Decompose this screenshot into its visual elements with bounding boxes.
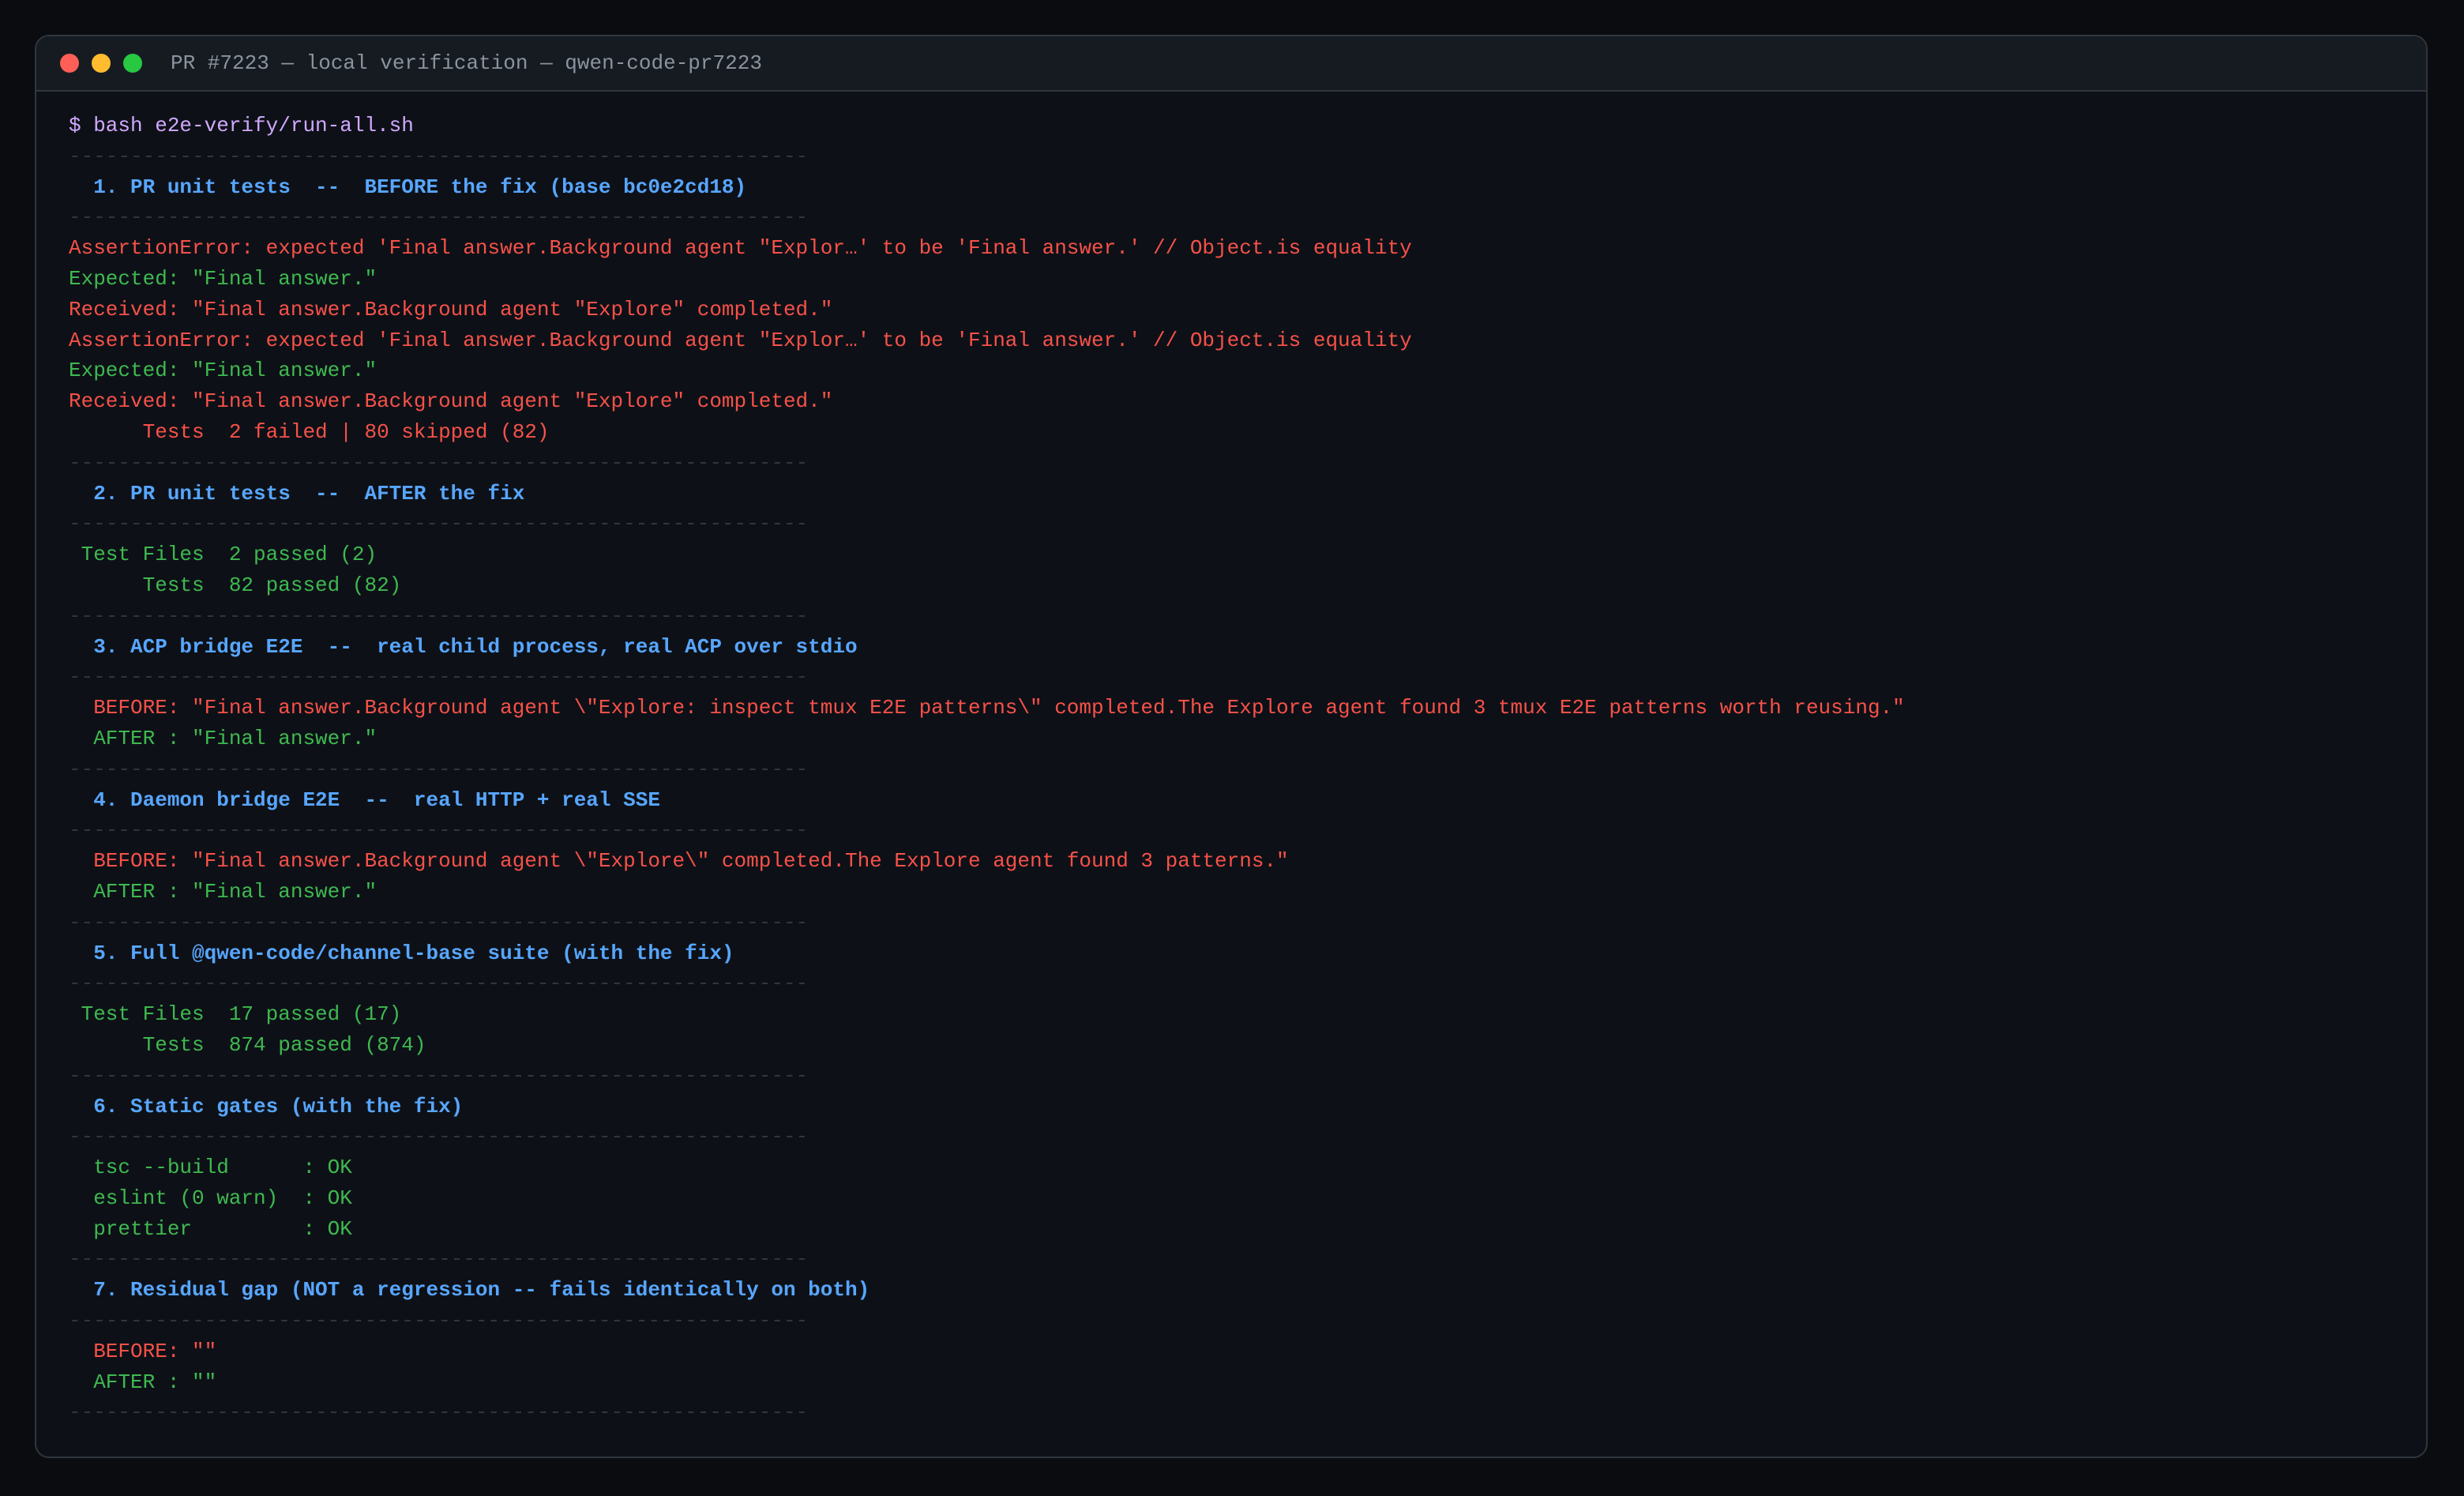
fail-output-line: Received: "Final answer.Background agent… [69, 297, 833, 321]
section-header: 6. Static gates (with the fix) [69, 1094, 464, 1118]
pass-output-line: AFTER : "Final answer." [69, 726, 377, 750]
pass-output-line: AFTER : "Final answer." [69, 879, 377, 904]
separator-line: ----------------------------------------… [69, 1247, 809, 1272]
section-header: 3. ACP bridge E2E -- real child process,… [69, 634, 858, 659]
pass-output-line: Test Files 2 passed (2) [69, 543, 377, 567]
section-header: 1. PR unit tests -- BEFORE the fix (base… [69, 175, 747, 199]
pass-output-line: prettier : OK [69, 1216, 352, 1241]
separator-line: ----------------------------------------… [69, 757, 809, 781]
minimize-window-button[interactable] [92, 54, 111, 73]
command-line: $ bash e2e-verify/run-all.sh [69, 114, 414, 137]
fail-output-line: BEFORE: "" [69, 1339, 217, 1363]
separator-line: ----------------------------------------… [69, 1125, 809, 1149]
pass-output-line: Test Files 17 passed (17) [69, 1002, 402, 1027]
terminal-window: PR #7223 — local verification — qwen-cod… [35, 35, 2428, 1458]
separator-line: ----------------------------------------… [69, 972, 809, 996]
pass-output-line: AFTER : "" [69, 1370, 217, 1394]
fail-output-line: BEFORE: "Final answer.Background agent \… [69, 696, 1905, 720]
separator-line: ----------------------------------------… [69, 1309, 809, 1333]
fail-output-line: Received: "Final answer.Background agent… [69, 389, 833, 414]
fail-output-line: AssertionError: expected 'Final answer.B… [69, 236, 1412, 261]
pass-output-line: Tests 82 passed (82) [69, 573, 402, 597]
separator-line: ----------------------------------------… [69, 665, 809, 690]
separator-line: ----------------------------------------… [69, 144, 809, 168]
section-header: 2. PR unit tests -- AFTER the fix [69, 481, 525, 506]
separator-line: ----------------------------------------… [69, 603, 809, 628]
separator-line: ----------------------------------------… [69, 910, 809, 934]
fail-output-line: BEFORE: "Final answer.Background agent \… [69, 849, 1289, 874]
terminal-output[interactable]: $ bash e2e-verify/run-all.sh ------------… [36, 92, 2426, 1428]
pass-output-line: Expected: "Final answer." [69, 359, 377, 383]
pass-output-line: tsc --build : OK [69, 1156, 352, 1180]
pass-output-line: Tests 874 passed (874) [69, 1032, 426, 1057]
section-header: 5. Full @qwen-code/channel-base suite (w… [69, 941, 734, 965]
section-header: 7. Residual gap (NOT a regression -- fai… [69, 1278, 870, 1302]
separator-line: ----------------------------------------… [69, 1063, 809, 1088]
separator-line: ----------------------------------------… [69, 450, 809, 475]
window-title: PR #7223 — local verification — qwen-cod… [171, 51, 762, 75]
pass-output-line: eslint (0 warn) : OK [69, 1186, 352, 1210]
separator-line: ----------------------------------------… [69, 205, 809, 230]
section-header: 4. Daemon bridge E2E -- real HTTP + real… [69, 787, 660, 812]
pass-output-line: Expected: "Final answer." [69, 266, 377, 291]
fail-output-line: AssertionError: expected 'Final answer.B… [69, 328, 1412, 352]
separator-line: ----------------------------------------… [69, 818, 809, 843]
separator-line: ----------------------------------------… [69, 512, 809, 536]
title-bar: PR #7223 — local verification — qwen-cod… [36, 36, 2426, 92]
close-window-button[interactable] [60, 54, 79, 73]
maximize-window-button[interactable] [123, 54, 142, 73]
separator-line: ----------------------------------------… [69, 1400, 809, 1425]
fail-output-line: Tests 2 failed | 80 skipped (82) [69, 419, 550, 444]
